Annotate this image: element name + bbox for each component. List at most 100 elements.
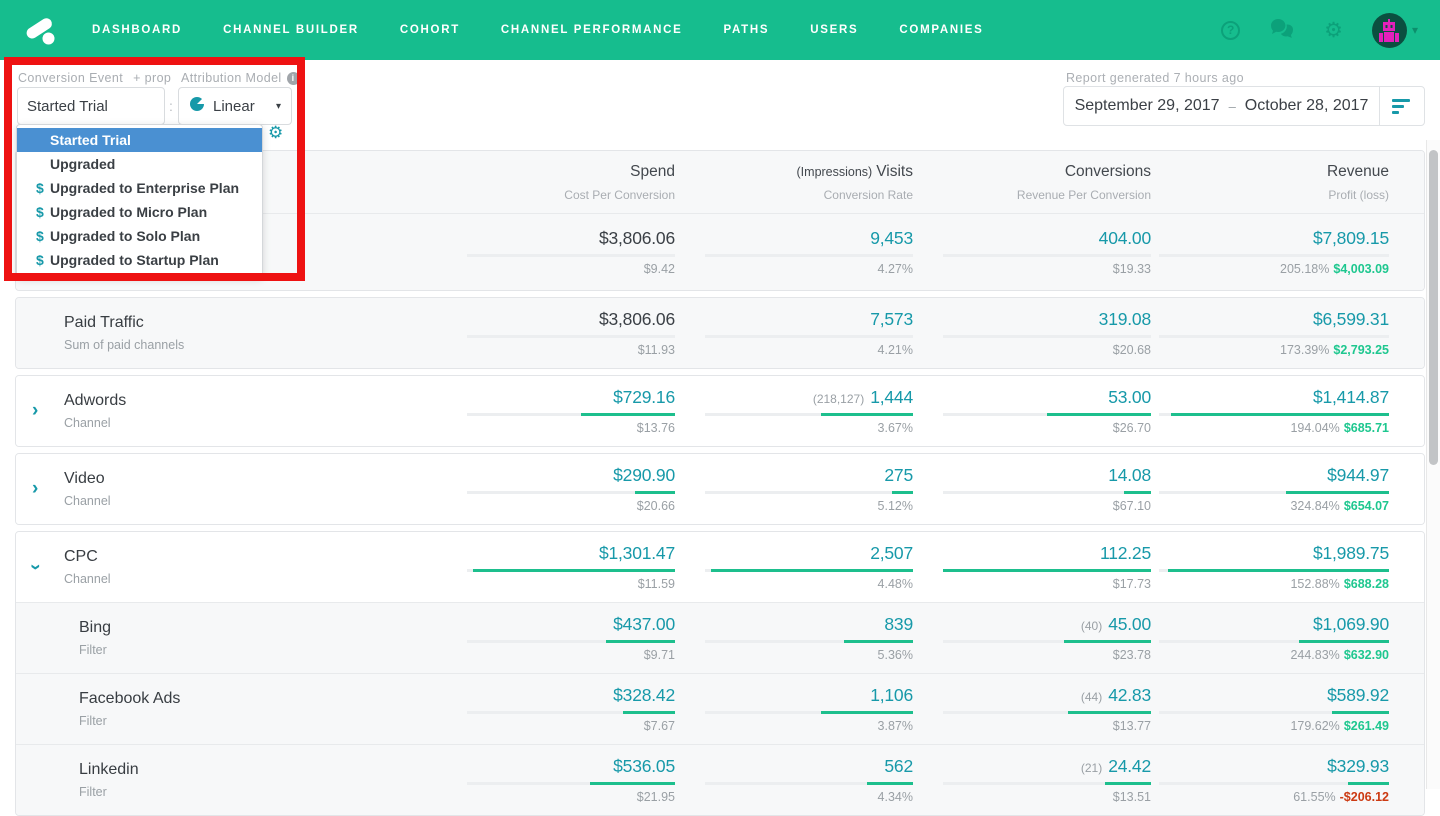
conversions-cell: 14.08 $67.10 (913, 465, 1151, 513)
spend-cell: $729.16 $13.76 (437, 387, 675, 435)
spend-cell: $328.42 $7.67 (437, 685, 675, 733)
date-separator: – (1228, 98, 1236, 114)
settings-gear-icon[interactable]: ⚙ (1324, 20, 1343, 41)
revenue-cell: $944.97 324.84% $654.07 (1151, 465, 1389, 513)
filter-lines-icon (1392, 98, 1412, 114)
filter-button[interactable] (1379, 87, 1424, 125)
dollar-icon: $ (36, 228, 44, 244)
cpc-card: › CPC Channel $1,301.47 $11.59 2,507 4.4… (15, 531, 1425, 816)
conversions-cell: (21) 24.42 $13.51 (913, 756, 1151, 804)
date-start: September 29, 2017 (1074, 97, 1220, 114)
row-subtitle: Filter (79, 643, 107, 657)
nav-item-paths[interactable]: PATHS (724, 24, 770, 36)
row-subtitle: Filter (79, 714, 107, 728)
row-title: Bing (79, 619, 112, 636)
date-range-text: September 29, 2017 – October 28, 2017 (1064, 87, 1379, 125)
add-prop-link[interactable]: + prop (133, 71, 171, 85)
row-title: CPC (64, 548, 98, 565)
nav-item-channel-performance[interactable]: CHANNEL PERFORMANCE (501, 24, 683, 36)
row-title: Paid Traffic (64, 314, 144, 331)
column-header-spend: Spend Cost Per Conversion (564, 163, 675, 202)
revenue-cell: $1,989.75 152.88% $688.28 (1151, 543, 1389, 591)
separator-colon: : (169, 98, 173, 114)
visits-cell: (218,127) 1,444 3.67% (675, 387, 913, 435)
attribution-model-value: Linear (213, 97, 255, 115)
revenue-cell: $329.93 61.55% -$206.12 (1151, 756, 1389, 804)
avatar (1371, 12, 1407, 48)
attribution-model-select[interactable]: Linear ▾ (178, 87, 292, 125)
nav-right-icons: ? ⚙ ▾ (1221, 12, 1418, 48)
table-row-cpc[interactable]: › CPC Channel $1,301.47 $11.59 2,507 4.4… (16, 532, 1424, 602)
row-subtitle: Channel (64, 494, 111, 508)
row-title: Facebook Ads (79, 690, 181, 707)
conversion-event-input[interactable] (17, 87, 165, 125)
column-header-conversions: Conversions Revenue Per Conversion (1016, 163, 1151, 202)
table-row-adwords[interactable]: › Adwords Channel $729.16 $13.76 (218,12… (16, 376, 1424, 446)
dropdown-option[interactable]: $ Upgraded to Enterprise Plan (17, 176, 262, 200)
spend-cell: $290.90 $20.66 (437, 465, 675, 513)
visits-cell: 2,507 4.48% (675, 543, 913, 591)
conversions-cell: (40) 45.00 $23.78 (913, 614, 1151, 662)
table-row-linkedin[interactable]: Linkedin Filter $536.05 $21.95 562 4.34%… (16, 744, 1424, 815)
help-icon[interactable]: ? (1221, 20, 1241, 40)
row-title: Video (64, 470, 105, 487)
revenue-cell: $1,069.90 244.83% $632.90 (1151, 614, 1389, 662)
visits-cell: 7,573 4.21% (675, 309, 913, 357)
table-row-bing[interactable]: Bing Filter $437.00 $9.71 839 5.36% (40)… (16, 602, 1424, 673)
conversion-event-label: Conversion Event + prop (18, 71, 172, 85)
dollar-icon: $ (36, 252, 44, 268)
paid-traffic-card: Paid Traffic Sum of paid channels $3,806… (15, 297, 1425, 369)
row-title: Linkedin (79, 761, 139, 778)
revenue-cell: $6,599.31 173.39% $2,793.25 (1151, 309, 1389, 357)
visits-cell: 275 5.12% (675, 465, 913, 513)
pie-chart-icon (189, 96, 205, 117)
visits-cell: 9,453 4.27% (675, 228, 913, 276)
table-row-paid-traffic[interactable]: Paid Traffic Sum of paid channels $3,806… (16, 298, 1424, 368)
row-title: Adwords (64, 392, 127, 409)
nav-item-dashboard[interactable]: DASHBOARD (92, 24, 182, 36)
dropdown-option[interactable]: Upgraded (17, 152, 262, 176)
visits-cell: 839 5.36% (675, 614, 913, 662)
dropdown-option[interactable]: $ Upgraded to Solo Plan (17, 224, 262, 248)
scrollbar-thumb[interactable] (1429, 150, 1438, 465)
event-settings-gear-icon[interactable]: ⚙ (268, 123, 283, 143)
table-row-video[interactable]: › Video Channel $290.90 $20.66 275 5.12%… (16, 454, 1424, 524)
row-subtitle: Channel (64, 572, 111, 586)
dropdown-option[interactable]: Started Trial (17, 128, 262, 152)
chevron-right-icon[interactable]: › (32, 478, 64, 500)
column-header-revenue: Revenue Profit (loss) (1326, 163, 1389, 202)
revenue-cell: $1,414.87 194.04% $685.71 (1151, 387, 1389, 435)
report-generated-label: Report generated 7 hours ago (1066, 71, 1244, 85)
conversions-cell: 53.00 $26.70 (913, 387, 1151, 435)
nav-menu: DASHBOARD CHANNEL BUILDER COHORT CHANNEL… (92, 24, 984, 36)
conversions-cell: 404.00 $19.33 (913, 228, 1151, 276)
nav-item-users[interactable]: USERS (810, 24, 858, 36)
adwords-card: › Adwords Channel $729.16 $13.76 (218,12… (15, 375, 1425, 447)
user-menu[interactable]: ▾ (1371, 12, 1418, 48)
visits-cell: 1,106 3.87% (675, 685, 913, 733)
nav-item-cohort[interactable]: COHORT (400, 24, 460, 36)
date-range-picker[interactable]: September 29, 2017 – October 28, 2017 (1063, 86, 1425, 126)
conversion-event-dropdown: Started Trial Upgraded $ Upgraded to Ente… (16, 124, 263, 278)
nav-item-companies[interactable]: COMPANIES (899, 24, 983, 36)
chat-icon[interactable] (1269, 17, 1295, 44)
spend-cell: $536.05 $21.95 (437, 756, 675, 804)
chevron-down-icon: ▾ (1411, 23, 1418, 37)
column-header-visits: (Impressions) Visits Conversion Rate (796, 163, 913, 202)
info-icon[interactable]: i (286, 71, 300, 85)
conversions-cell: (44) 42.83 $13.77 (913, 685, 1151, 733)
chevron-down-icon[interactable]: › (25, 556, 64, 578)
dollar-icon: $ (36, 204, 44, 220)
chevron-right-icon[interactable]: › (32, 400, 64, 422)
attribution-logo-icon[interactable] (22, 12, 66, 48)
attribution-model-label: Attribution Model i (181, 71, 300, 85)
nav-item-channel-builder[interactable]: CHANNEL BUILDER (223, 24, 359, 36)
dropdown-option[interactable]: $ Upgraded to Startup Plan (17, 248, 262, 272)
date-end: October 28, 2017 (1244, 97, 1369, 114)
row-subtitle: Sum of paid channels (64, 338, 185, 352)
top-nav: DASHBOARD CHANNEL BUILDER COHORT CHANNEL… (0, 0, 1440, 60)
caret-down-icon: ▾ (275, 100, 281, 112)
dropdown-option[interactable]: $ Upgraded to Micro Plan (17, 200, 262, 224)
dollar-icon: $ (36, 180, 44, 196)
table-row-facebook-ads[interactable]: Facebook Ads Filter $328.42 $7.67 1,106 … (16, 673, 1424, 744)
